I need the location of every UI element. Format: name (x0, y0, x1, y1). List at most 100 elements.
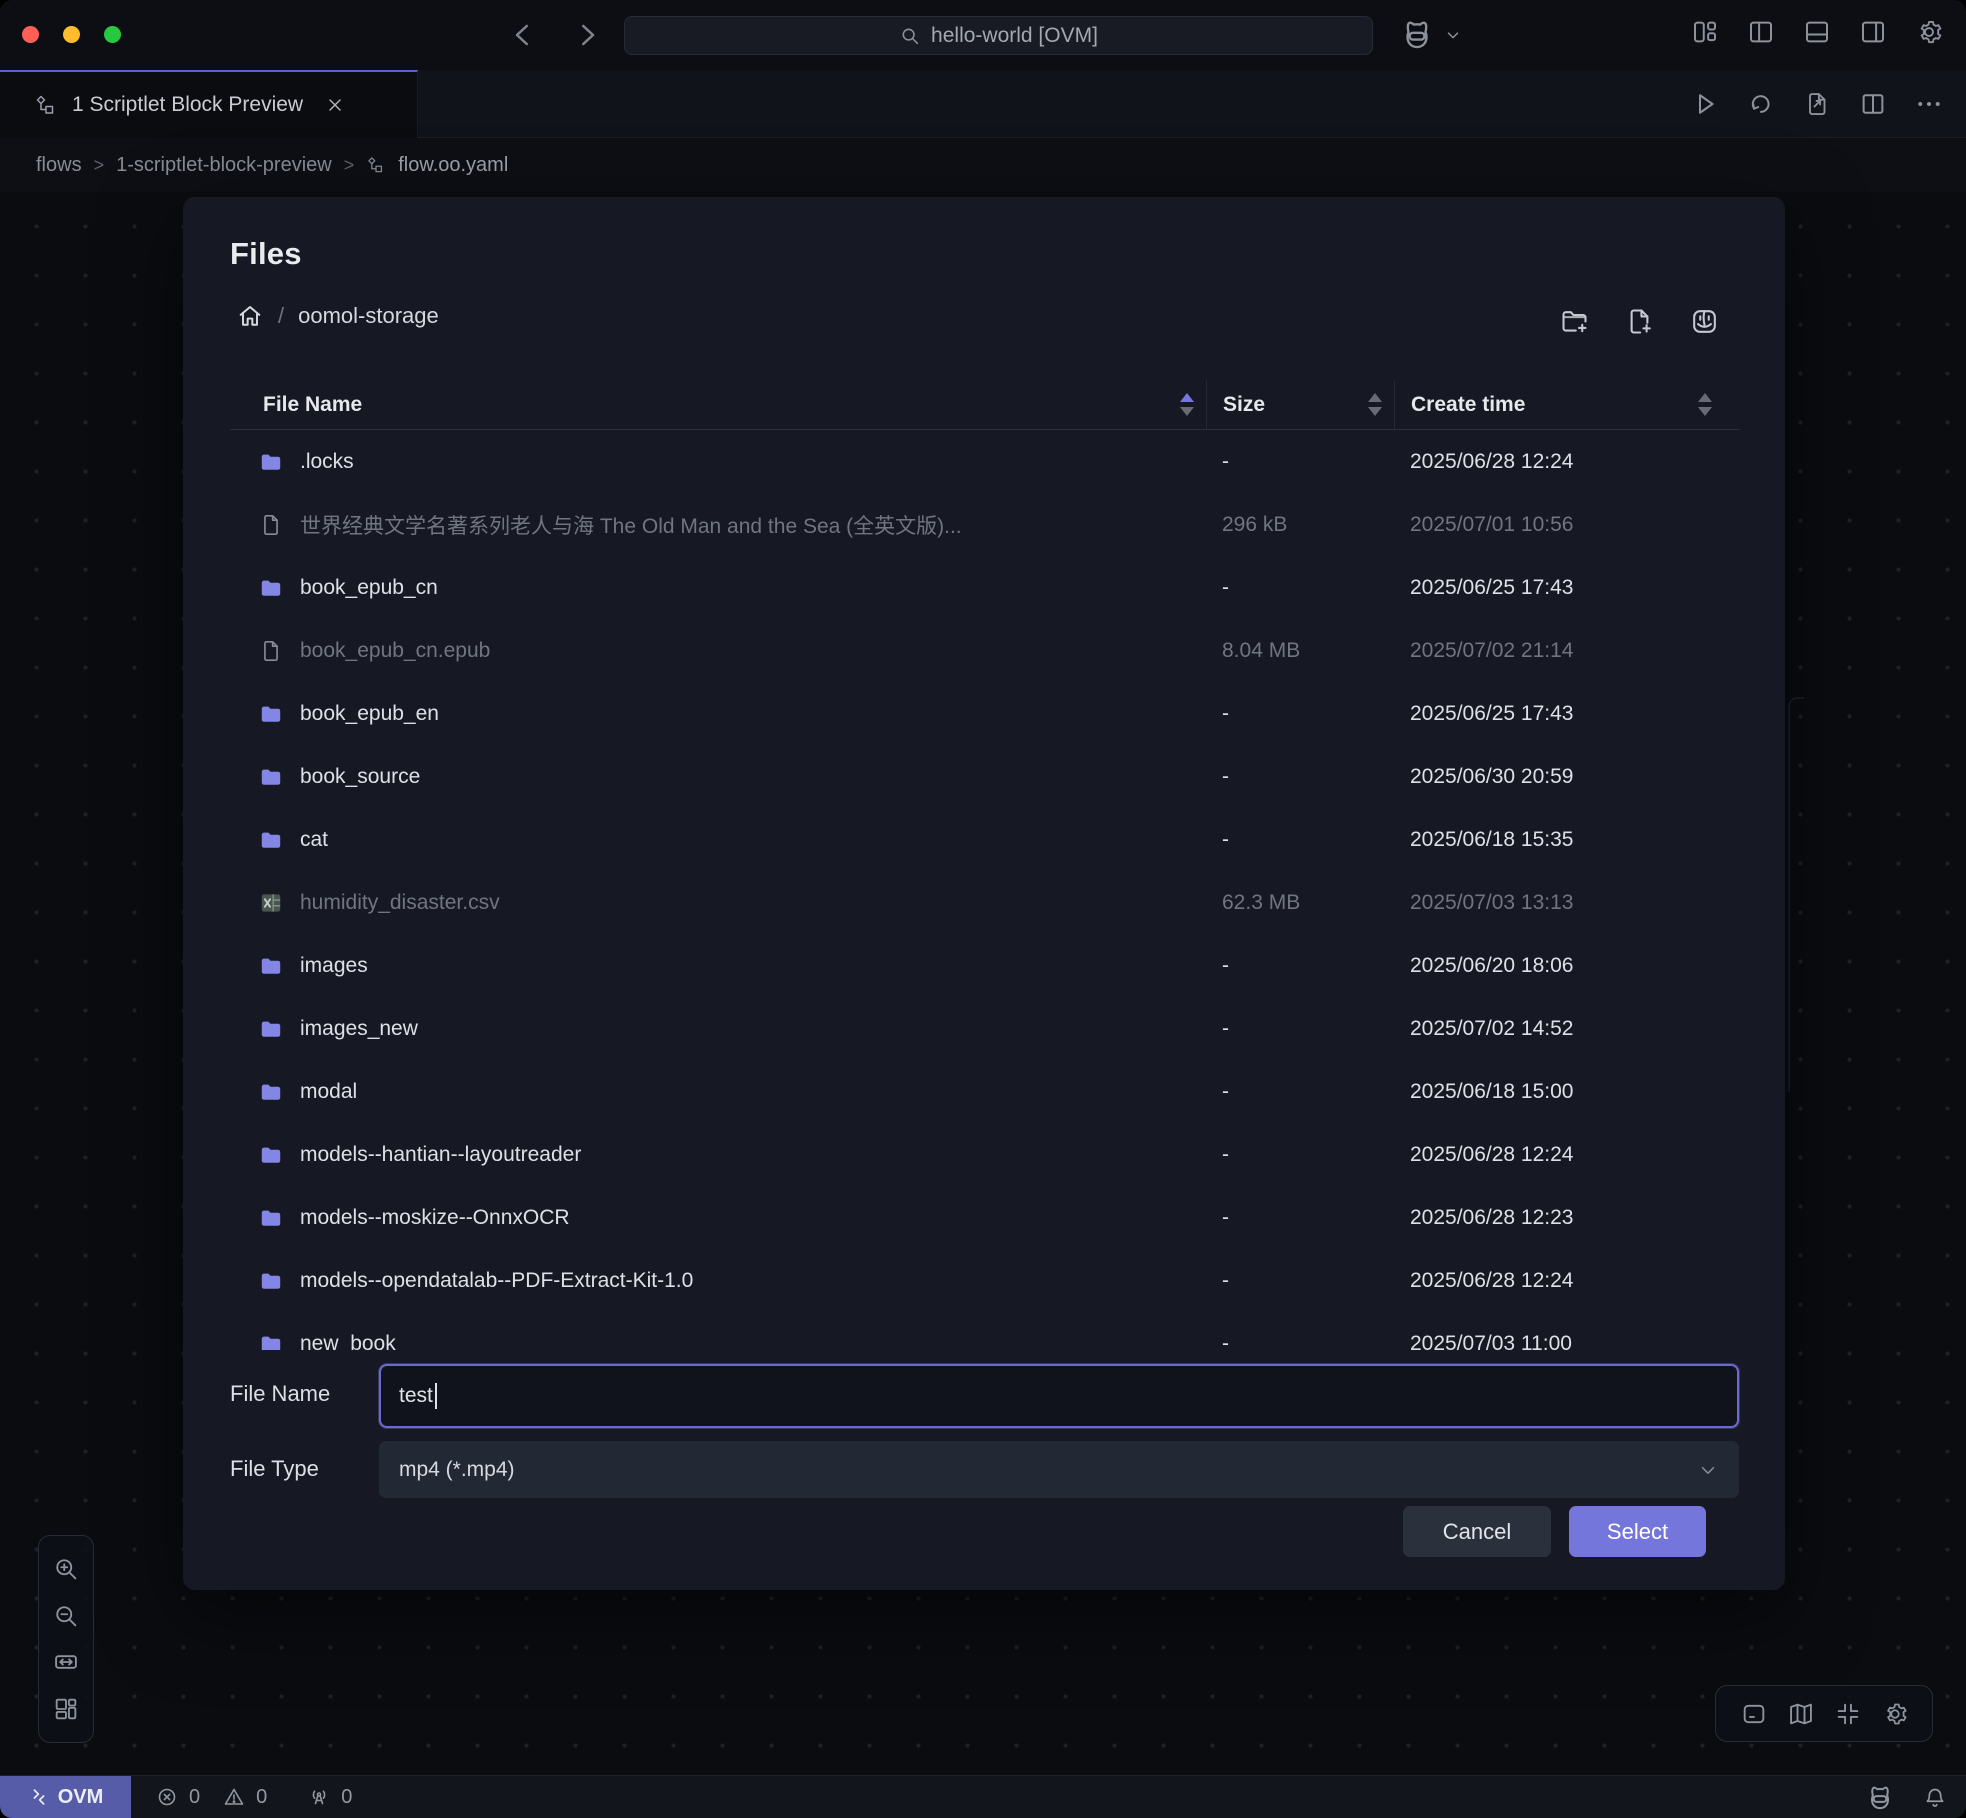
table-row[interactable]: book_epub_cn - 2025/06/25 17:43 (230, 556, 1740, 619)
zoom-out-icon[interactable] (52, 1602, 80, 1630)
search-icon (899, 25, 921, 47)
flow-file-icon (366, 155, 386, 175)
mascot-menu[interactable] (1398, 16, 1462, 54)
cancel-button[interactable]: Cancel (1403, 1506, 1551, 1557)
new-folder-icon[interactable] (1559, 306, 1590, 337)
breadcrumb-item-flow-folder[interactable]: 1-scriptlet-block-preview (116, 154, 332, 177)
toggle-right-panel-icon[interactable] (1858, 17, 1888, 47)
dialog-title: Files (230, 236, 302, 272)
header-size[interactable]: Size (1206, 380, 1410, 429)
files-table-body: .locks - 2025/06/28 12:24 世界经典文学名著系列老人与海… (230, 430, 1740, 1350)
table-row[interactable]: book_epub_en - 2025/06/25 17:43 (230, 682, 1740, 745)
sort-size[interactable] (1368, 393, 1382, 416)
header-create-time[interactable]: Create time (1394, 380, 1740, 429)
mascot-cat-icon (1398, 16, 1436, 54)
console-panel-icon[interactable] (1740, 1700, 1768, 1728)
file-created-cell: 2025/06/28 12:24 (1410, 1143, 1740, 1167)
row-type-icon (258, 1331, 284, 1351)
file-size-cell: 8.04 MB (1222, 639, 1410, 663)
table-row[interactable]: .locks - 2025/06/28 12:24 (230, 430, 1740, 493)
more-actions-icon[interactable] (1914, 89, 1944, 119)
file-created-cell: 2025/06/28 12:24 (1410, 1269, 1740, 1293)
broadcast-icon (307, 1785, 331, 1809)
flow-canvas[interactable]: Files / oomol-storage File Name (0, 192, 1966, 1775)
toggle-bottom-panel-icon[interactable] (1802, 17, 1832, 47)
file-name-value: test (399, 1384, 433, 1408)
close-window-button[interactable] (22, 26, 39, 43)
file-size-cell: - (1222, 576, 1410, 600)
file-name-input[interactable]: test (379, 1364, 1739, 1428)
file-size-cell: - (1222, 1206, 1410, 1230)
table-row[interactable]: humidity_disaster.csv 62.3 MB 2025/07/03… (230, 871, 1740, 934)
reveal-in-finder-icon[interactable] (1689, 306, 1720, 337)
error-icon (155, 1785, 179, 1809)
file-type-select[interactable]: mp4 (*.mp4) (379, 1441, 1739, 1498)
chevron-down-icon (1444, 26, 1462, 44)
toggle-left-panel-icon[interactable] (1746, 17, 1776, 47)
home-icon[interactable] (236, 302, 264, 330)
file-created-cell: 2025/06/18 15:35 (1410, 828, 1740, 852)
breadcrumb-item-flows[interactable]: flows (36, 154, 82, 177)
canvas-view-toolbar (1715, 1685, 1933, 1742)
table-row[interactable]: models--opendatalab--PDF-Extract-Kit-1.0… (230, 1249, 1740, 1312)
row-type-icon (258, 953, 284, 979)
file-size-cell: - (1222, 1143, 1410, 1167)
row-type-icon (258, 1268, 284, 1294)
file-created-cell: 2025/07/03 11:00 (1410, 1332, 1740, 1351)
back-icon[interactable] (505, 17, 541, 53)
table-row[interactable]: modal - 2025/06/18 15:00 (230, 1060, 1740, 1123)
row-type-icon (258, 701, 284, 727)
zoom-window-button[interactable] (104, 26, 121, 43)
file-created-cell: 2025/06/20 18:06 (1410, 954, 1740, 978)
table-row[interactable]: 世界经典文学名著系列老人与海 The Old Man and the Sea (… (230, 493, 1740, 556)
table-row[interactable]: models--moskize--OnnxOCR - 2025/06/28 12… (230, 1186, 1740, 1249)
collapse-view-icon[interactable] (1834, 1700, 1862, 1728)
table-row[interactable]: models--hantian--layoutreader - 2025/06/… (230, 1123, 1740, 1186)
files-dialog: Files / oomol-storage File Name (183, 197, 1785, 1590)
table-row[interactable]: images - 2025/06/20 18:06 (230, 934, 1740, 997)
fit-width-icon[interactable] (52, 1648, 80, 1676)
sort-file-name[interactable] (1180, 393, 1194, 416)
row-type-icon (258, 1142, 284, 1168)
file-created-cell: 2025/06/30 20:59 (1410, 765, 1740, 789)
table-row[interactable]: book_source - 2025/06/30 20:59 (230, 745, 1740, 808)
file-type-label: File Type (230, 1456, 319, 1482)
workspace-search-bar[interactable]: hello-world [OVM] (624, 16, 1373, 55)
auto-layout-icon[interactable] (52, 1695, 80, 1723)
layout-collections-icon[interactable] (1690, 17, 1720, 47)
mascot-cat-icon[interactable] (1864, 1782, 1896, 1814)
select-button[interactable]: Select (1569, 1506, 1706, 1557)
table-row[interactable]: new_book - 2025/07/03 11:00 (230, 1312, 1740, 1350)
table-row[interactable]: cat - 2025/06/18 15:35 (230, 808, 1740, 871)
new-file-icon[interactable] (1624, 306, 1655, 337)
split-editor-icon[interactable] (1858, 89, 1888, 119)
tab-scriptlet-block-preview[interactable]: 1 Scriptlet Block Preview (0, 70, 418, 138)
ports-indicator[interactable]: 0 (307, 1785, 352, 1809)
file-size-cell: - (1222, 1080, 1410, 1104)
row-type-icon (258, 827, 284, 853)
path-current-folder[interactable]: oomol-storage (298, 303, 439, 329)
rerun-flow-icon[interactable] (1746, 89, 1776, 119)
notifications-bell-icon[interactable] (1922, 1785, 1948, 1811)
forward-icon[interactable] (569, 17, 605, 53)
export-file-icon[interactable] (1802, 89, 1832, 119)
table-row[interactable]: images_new - 2025/07/02 14:52 (230, 997, 1740, 1060)
minimize-window-button[interactable] (63, 26, 80, 43)
minimap-icon[interactable] (1787, 1700, 1815, 1728)
traffic-lights (22, 26, 121, 43)
table-row[interactable]: book_epub_cn.epub 8.04 MB 2025/07/02 21:… (230, 619, 1740, 682)
breadcrumb-item-flow-yaml[interactable]: flow.oo.yaml (398, 154, 508, 177)
sort-create-time[interactable] (1698, 393, 1712, 416)
close-tab-icon[interactable] (325, 95, 345, 115)
file-name-cell: cat (300, 828, 358, 852)
settings-gear-icon[interactable] (1914, 17, 1944, 47)
run-flow-icon[interactable] (1690, 89, 1720, 119)
remote-indicator[interactable]: OVM (0, 1776, 131, 1818)
file-name-cell: humidity_disaster.csv (300, 891, 530, 915)
row-type-icon (258, 575, 284, 601)
canvas-settings-gear-icon[interactable] (1881, 1700, 1909, 1728)
problems-indicator[interactable]: 0 0 (155, 1785, 267, 1809)
header-file-name[interactable]: File Name (230, 380, 1222, 429)
file-size-cell: 62.3 MB (1222, 891, 1410, 915)
zoom-in-icon[interactable] (52, 1555, 80, 1583)
